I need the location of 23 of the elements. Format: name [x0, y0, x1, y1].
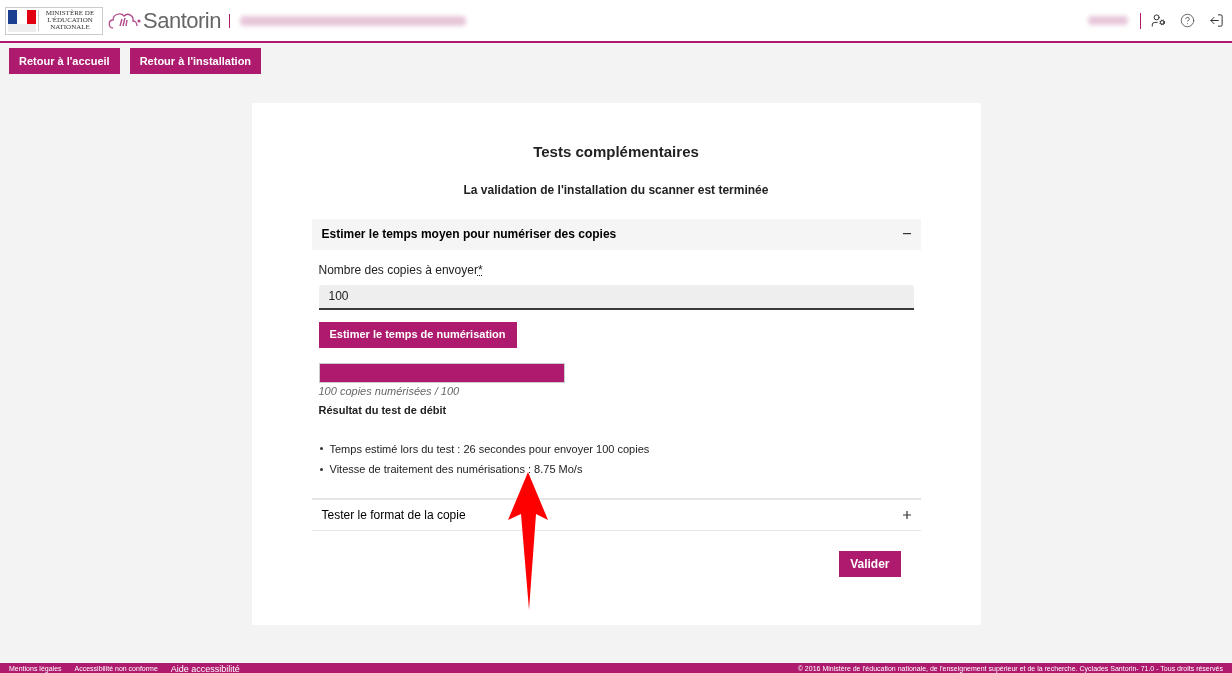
estimate-button[interactable]: Estimer le temps de numérisation	[318, 321, 517, 348]
plus-icon	[902, 510, 911, 519]
copies-input[interactable]: 100	[318, 284, 914, 310]
validate-button[interactable]: Valider	[839, 550, 901, 577]
blurred-username	[1088, 16, 1128, 25]
user-settings-icon[interactable]	[1151, 13, 1166, 28]
result-item: Temps estimé lors du test : 26 secondes pour envoyer 100 copies	[329, 441, 650, 457]
back-button[interactable]: Retour à l'installation	[129, 48, 262, 74]
bullet-icon	[319, 467, 323, 471]
minus-icon	[902, 233, 911, 235]
result-item: Vitesse de traitement des numérisations : 8.75 Mo/s	[329, 462, 583, 477]
footer-link[interactable]: Aide accessibilité	[170, 662, 240, 673]
card-subtitle: La validation de l'installation du scanner est terminée	[462, 181, 770, 199]
app-name: Santorin	[143, 7, 221, 34]
help-icon[interactable]	[1180, 13, 1195, 28]
field-label: Nombre des copies à envoyer*	[318, 261, 484, 279]
accordion-header[interactable]: Estimer le temps moyen pour numériser des copies	[311, 218, 921, 250]
back-button[interactable]: Retour à l'accueil	[9, 48, 120, 74]
card-title: Tests complémentaires	[532, 142, 700, 162]
progress-caption: 100 copies numérisées / 100	[318, 383, 461, 399]
logout-icon[interactable]	[1209, 13, 1224, 28]
result-title: Résultat du test de débit	[318, 403, 448, 418]
bullet-icon	[319, 447, 323, 451]
